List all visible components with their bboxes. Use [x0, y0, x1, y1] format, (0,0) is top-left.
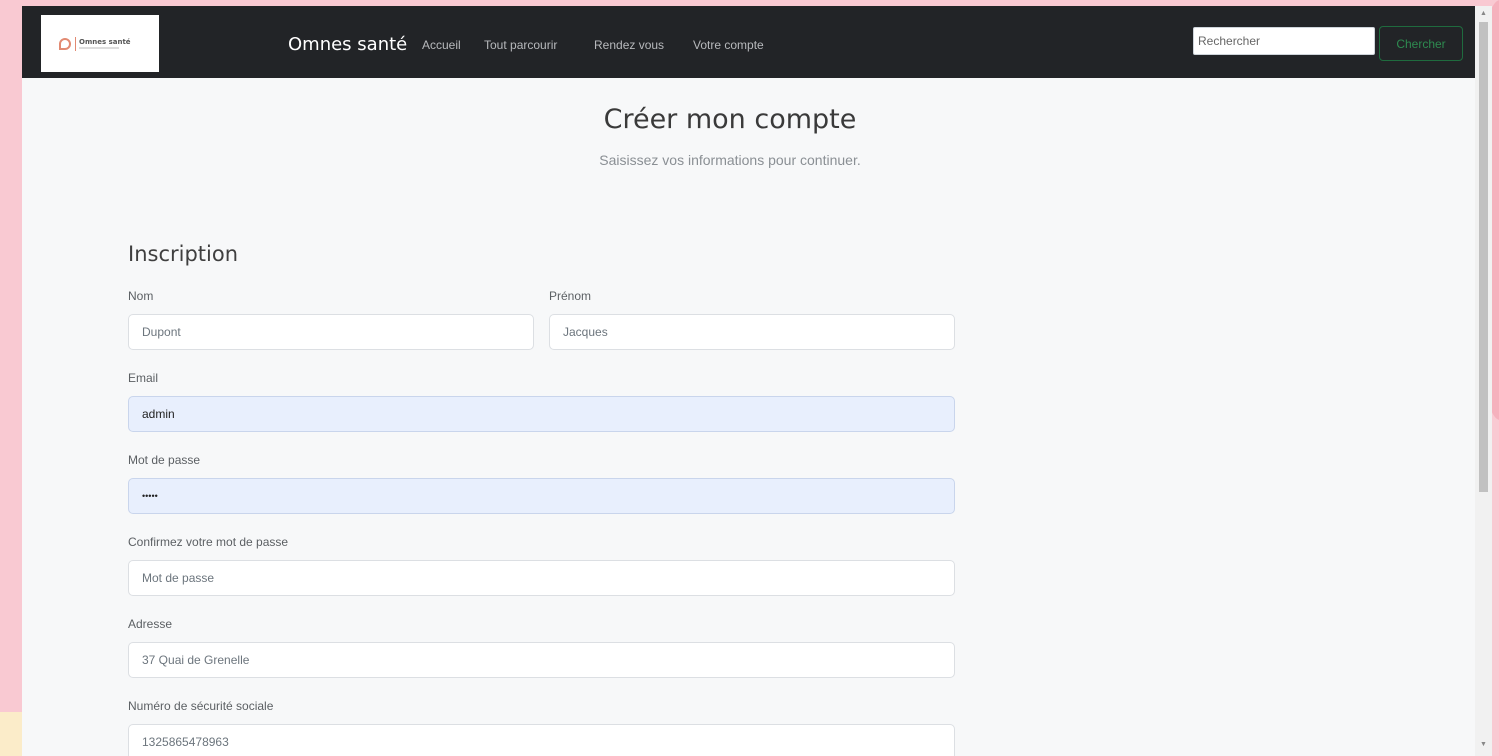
adresse-field[interactable]: [128, 642, 955, 678]
secu-field[interactable]: [128, 724, 955, 756]
logo-tagline: [79, 47, 119, 49]
search-input[interactable]: [1193, 27, 1375, 55]
logo-text: Omnes santé: [79, 38, 131, 46]
stethoscope-icon: [59, 38, 71, 50]
email-label: Email: [128, 371, 159, 385]
nom-label: Nom: [128, 289, 154, 303]
password-label: Mot de passe: [128, 453, 201, 467]
browser-window: Omnes santé Omnes santé Accueil Tout par…: [22, 6, 1475, 756]
password-field[interactable]: •••••: [128, 478, 955, 514]
nom-input[interactable]: [128, 314, 534, 350]
secu-label: Numéro de sécurité sociale: [128, 699, 274, 713]
nav-link-votre-compte[interactable]: Votre compte: [693, 38, 764, 52]
brand-name[interactable]: Omnes santé: [288, 34, 407, 55]
confirm-password-label: Confirmez votre mot de passe: [128, 535, 289, 549]
nav-link-accueil[interactable]: Accueil: [422, 38, 461, 52]
page-title: Créer mon compte: [603, 104, 857, 135]
section-title: Inscription: [128, 242, 239, 266]
confirm-password-field[interactable]: [128, 560, 955, 596]
adresse-label: Adresse: [128, 617, 173, 631]
scrollbar-thumb[interactable]: [1479, 22, 1488, 492]
search-button[interactable]: Chercher: [1379, 26, 1463, 61]
navbar: Omnes santé Omnes santé Accueil Tout par…: [22, 6, 1475, 78]
nav-link-tout-parcourir[interactable]: Tout parcourir: [484, 38, 557, 52]
page-scrollbar[interactable]: ▲ ▼: [1475, 6, 1492, 756]
scroll-down-icon[interactable]: ▼: [1480, 741, 1487, 748]
email-field[interactable]: admin: [128, 396, 955, 432]
logo[interactable]: Omnes santé: [41, 15, 159, 72]
page-subtitle: Saisissez vos informations pour continue…: [599, 152, 861, 168]
prenom-label: Prénom: [549, 289, 592, 303]
backdrop-strip: [0, 712, 22, 756]
nav-link-rendez-vous[interactable]: Rendez vous: [594, 38, 664, 52]
scroll-up-icon[interactable]: ▲: [1480, 10, 1487, 17]
logo-divider: [75, 37, 76, 51]
prenom-input[interactable]: [549, 314, 955, 350]
